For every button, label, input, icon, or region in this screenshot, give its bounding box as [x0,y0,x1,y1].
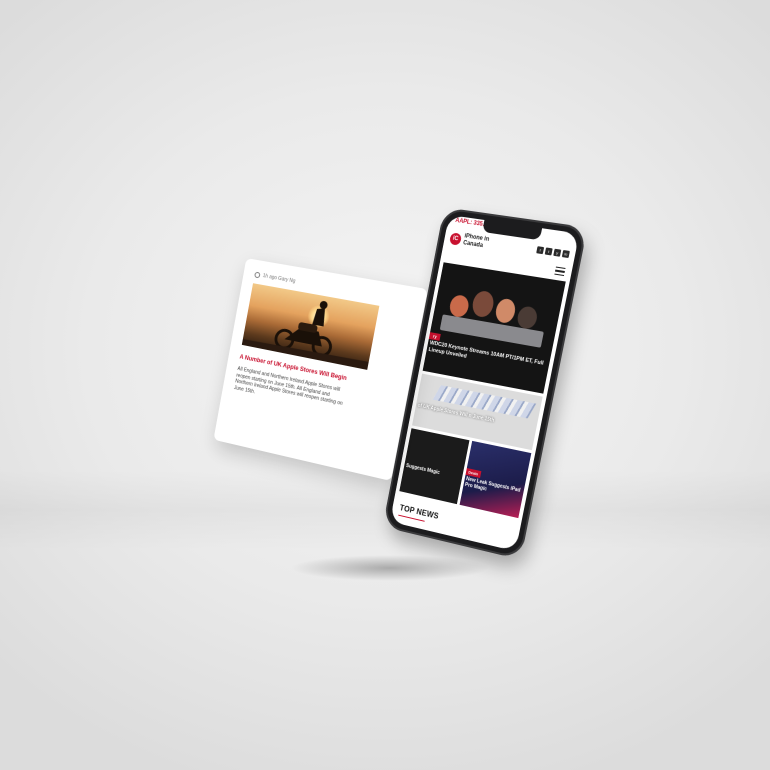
clock-icon [254,272,261,279]
social-links: f t y in [536,246,570,258]
youtube-icon[interactable]: y [553,249,561,257]
linkedin-icon[interactable]: in [562,250,570,258]
card-meta: 1h ago Gary Ng [254,272,296,285]
phone-shadow [290,555,490,581]
memoji-image [494,297,517,324]
twitter-icon[interactable]: t [545,247,553,255]
hero-article[interactable]: ry WDC20 Keynote Streams 10AM PT/1PM ET,… [423,262,566,393]
article-card[interactable]: 1h ago Gary Ng A Number of UK Apple Stor… [213,258,427,481]
card-meta-text: 1h ago Gary Ng [262,273,296,285]
memoji-image [448,294,470,319]
article-tile[interactable]: Deals New Leak Suggests iPad Pro Magic [459,441,531,518]
memoji-image [471,290,496,319]
menu-icon[interactable] [554,267,566,278]
motorcycle-rider-icon [242,283,380,370]
tile-title[interactable]: New Leak Suggests iPad Pro Magic [464,476,522,500]
facebook-icon[interactable]: f [536,246,544,254]
site-logo-icon[interactable]: iC [449,232,462,245]
memoji-image [516,305,539,330]
site-logo-text[interactable]: iPhone in Canada [462,233,511,254]
tile-title[interactable]: Suggests Magic [405,463,460,481]
article-tile[interactable]: Suggests Magic [399,428,469,504]
motorcycle-sunset-image[interactable] [242,283,380,370]
